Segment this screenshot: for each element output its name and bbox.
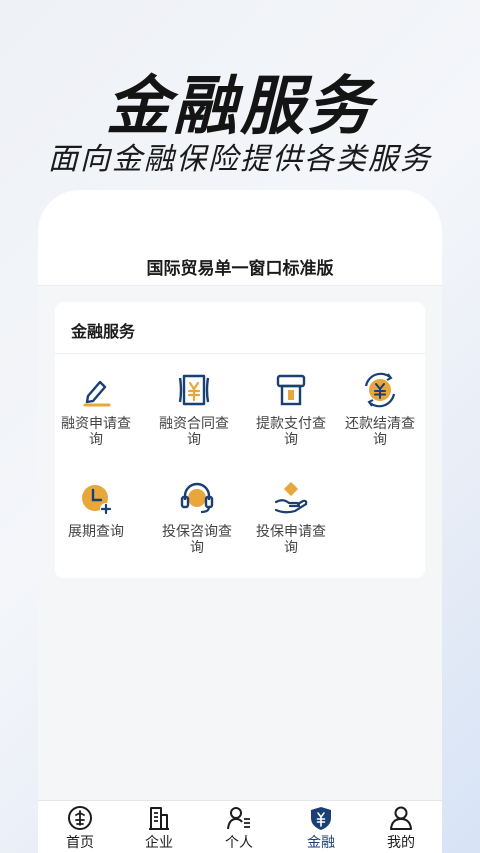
service-label: 融资合同查询	[159, 416, 229, 448]
service-label: 投保咨询查询	[162, 524, 232, 556]
tab-label: 我的	[387, 835, 415, 851]
service-label: 投保申请查询	[256, 524, 326, 556]
building-icon	[146, 805, 172, 831]
tab-personal[interactable]: 个人	[199, 801, 279, 853]
phone-screen: 国际贸易单一窗口标准版 金融服务 融资申请查询 融资合同查询 提款支付查询 还款…	[38, 190, 442, 853]
service-repayment-settlement-query[interactable]: 还款结清查询	[334, 370, 426, 448]
tab-label: 金融	[307, 835, 335, 851]
service-withdrawal-payment-query[interactable]: 提款支付查询	[245, 370, 337, 448]
tab-label: 个人	[225, 835, 253, 851]
service-insurance-consultation-query[interactable]: 投保咨询查询	[151, 478, 243, 556]
page-title: 国际贸易单一窗口标准版	[146, 259, 334, 279]
card-title: 金融服务	[71, 322, 136, 341]
service-financing-application-query[interactable]: 融资申请查询	[50, 370, 142, 448]
finance-shield-icon	[308, 805, 334, 831]
service-financing-contract-query[interactable]: 融资合同查询	[148, 370, 240, 448]
tab-mine[interactable]: 我的	[361, 801, 441, 853]
user-icon	[388, 805, 414, 831]
hero-subtitle: 面向金融保险提供各类服务	[48, 142, 432, 177]
service-extension-query[interactable]: 展期查询	[50, 478, 142, 540]
service-label: 融资申请查询	[61, 416, 131, 448]
hero-banner: 金融服务 面向金融保险提供各类服务	[0, 0, 480, 190]
tab-finance[interactable]: 金融	[281, 801, 361, 853]
bottom-tab-bar: 首页 企业 个人 金融 我的	[38, 800, 442, 853]
contract-yuan-icon	[174, 370, 214, 410]
service-label: 展期查询	[68, 524, 124, 540]
service-label: 还款结清查询	[345, 416, 415, 448]
tab-enterprise[interactable]: 企业	[119, 801, 199, 853]
app-header: 国际贸易单一窗口标准版	[38, 190, 442, 286]
yuan-refresh-icon	[360, 370, 400, 410]
tab-label: 企业	[145, 835, 173, 851]
finance-services-card: 金融服务 融资申请查询 融资合同查询 提款支付查询 还款结清查询 展期查询 投保…	[55, 302, 425, 578]
pen-icon	[76, 370, 116, 410]
card-divider	[55, 353, 425, 354]
clock-plus-icon	[76, 478, 116, 518]
service-insurance-application-query[interactable]: 投保申请查询	[245, 478, 337, 556]
tab-home[interactable]: 首页	[40, 801, 120, 853]
home-icon	[67, 805, 93, 831]
hand-coin-icon	[271, 478, 311, 518]
person-list-icon	[226, 805, 252, 831]
service-label: 提款支付查询	[256, 416, 326, 448]
headset-icon	[177, 478, 217, 518]
tab-label: 首页	[66, 835, 94, 851]
atm-withdraw-icon	[271, 370, 311, 410]
